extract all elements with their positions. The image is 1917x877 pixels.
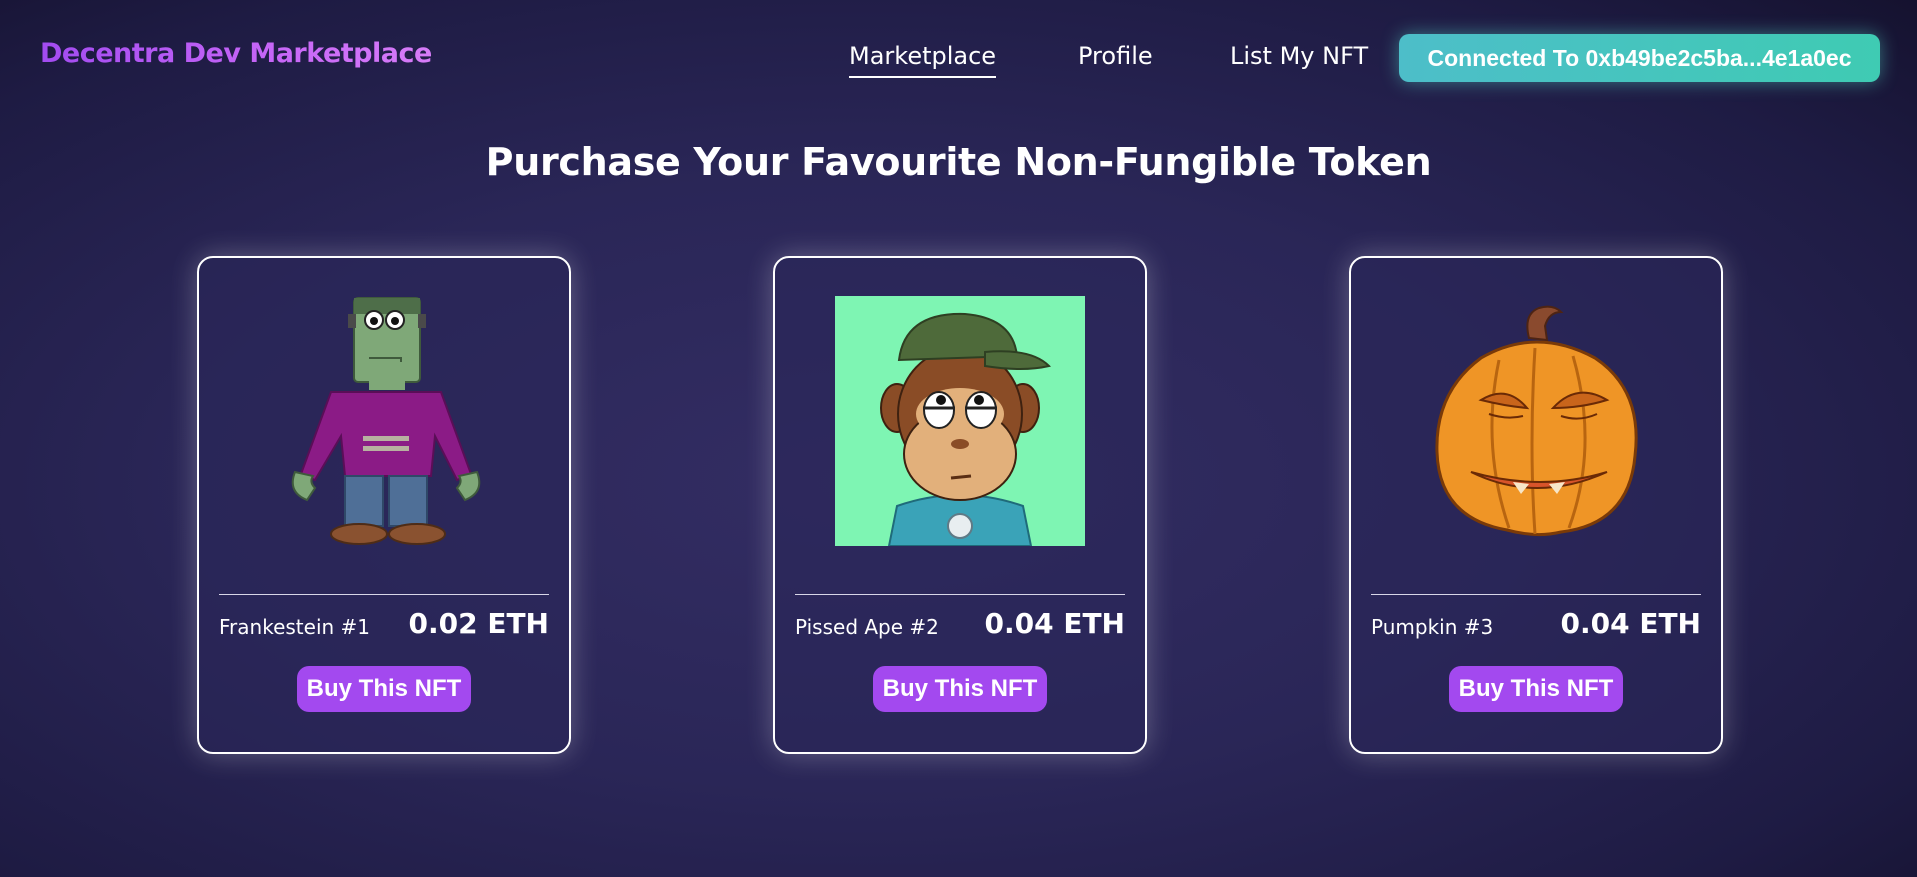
ape-image [835,296,1085,546]
card-divider [795,594,1125,595]
nft-price: 0.04 ETH [984,607,1126,640]
buy-nft-button[interactable]: Buy This NFT [297,666,471,712]
page-title: Purchase Your Favourite Non-Fungible Tok… [485,140,1432,184]
nft-name: Pumpkin #3 [1371,615,1494,639]
nft-card: Frankestein #1 0.02 ETH Buy This NFT [197,256,571,754]
nft-name: Pissed Ape #2 [795,615,939,639]
nav-profile[interactable]: Profile [1078,42,1153,70]
nav-list-my-nft[interactable]: List My NFT [1230,42,1368,70]
buy-nft-button[interactable]: Buy This NFT [873,666,1047,712]
card-divider [219,594,549,595]
card-divider [1371,594,1701,595]
nav-marketplace[interactable]: Marketplace [849,42,997,78]
nft-price: 0.04 ETH [1560,607,1702,640]
nft-name: Frankestein #1 [219,615,371,639]
buy-nft-button[interactable]: Buy This NFT [1449,666,1623,712]
wallet-connected-button[interactable]: Connected To 0xb49be2c5ba...4e1a0ec [1399,34,1880,82]
pumpkin-image [1411,296,1661,546]
nft-card: Pissed Ape #2 0.04 ETH Buy This NFT [773,256,1147,754]
frankenstein-image [259,296,509,546]
nft-card: Pumpkin #3 0.04 ETH Buy This NFT [1349,256,1723,754]
nft-price: 0.02 ETH [408,607,550,640]
